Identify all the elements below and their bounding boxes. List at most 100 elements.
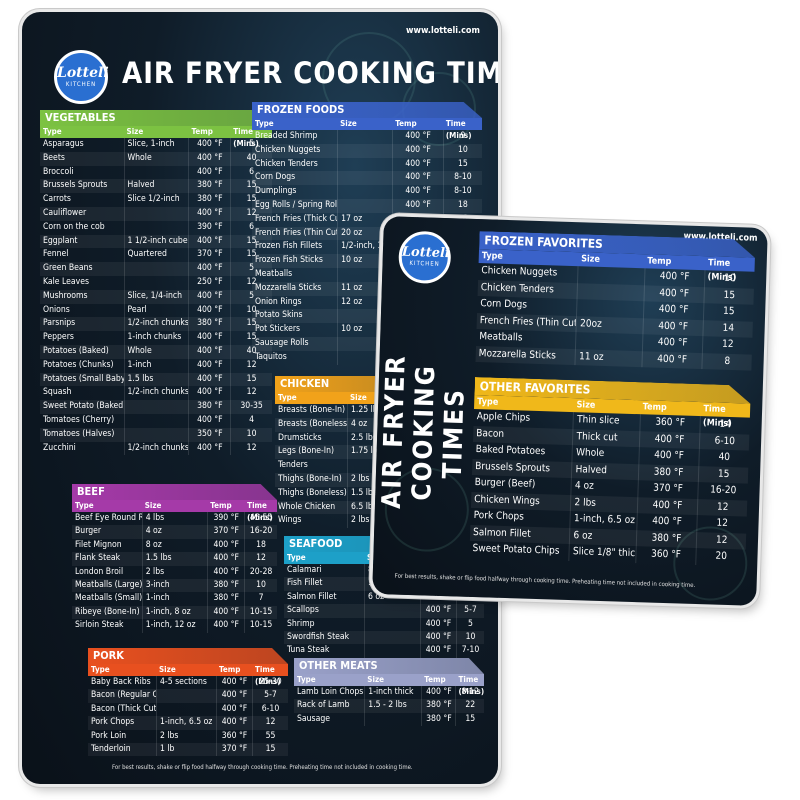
item-type: Calamari bbox=[287, 565, 322, 575]
item-temp: 400 °F bbox=[420, 617, 456, 631]
item-time: 10 bbox=[442, 143, 482, 158]
item-temp: 400 °F bbox=[188, 372, 230, 387]
item-type: Mozzarella Sticks bbox=[255, 282, 322, 293]
item-size: 1-inch, 12 oz bbox=[141, 619, 208, 633]
item-type: Tomatoes (Halves) bbox=[43, 428, 115, 439]
column-header-row: Type Size Temp Time (Mins) bbox=[88, 664, 288, 686]
frozen-favorites-section: FROZEN FAVORITES Type Size Temp Time (Mins) C… bbox=[475, 231, 755, 371]
item-type: Squash bbox=[43, 387, 72, 398]
item-type: Whole Chicken bbox=[278, 501, 336, 512]
item-type: London Broil bbox=[75, 566, 124, 577]
item-size: Thin slice bbox=[572, 412, 640, 431]
column-header: Temp bbox=[424, 675, 446, 684]
other-meats-section: OTHER MEATS Type Size Temp Time (Mins) Lamb L… bbox=[294, 658, 484, 727]
item-type: Tuna Steak bbox=[287, 645, 330, 656]
item-time: 5-7 bbox=[456, 604, 484, 618]
item-size bbox=[337, 185, 392, 199]
item-temp: 400 °F bbox=[642, 317, 704, 337]
table-row: Green Beans 400 °F 5 bbox=[40, 262, 272, 276]
table-row: Parsnips 1/2-inch chunks 380 °F 15 bbox=[40, 317, 272, 332]
item-temp: 380 °F bbox=[207, 578, 244, 593]
item-type: Flank Steak bbox=[75, 553, 121, 564]
item-time: 10 bbox=[704, 270, 755, 289]
website-url: www.lotteli.com bbox=[406, 26, 480, 36]
item-time: 14 bbox=[699, 416, 750, 435]
item-temp: 370 °F bbox=[207, 525, 244, 539]
item-temp: 400 °F bbox=[188, 344, 230, 359]
item-size: 17 oz bbox=[337, 212, 392, 227]
table-row: Zucchini 1/2-inch chunks 400 °F 12 bbox=[40, 441, 272, 456]
item-size: 1-inch, 8 oz bbox=[141, 605, 208, 620]
item-time: 5 bbox=[456, 617, 484, 631]
item-temp: 400 °F bbox=[216, 689, 252, 703]
item-time: 15 bbox=[230, 372, 272, 387]
item-temp: 390 °F bbox=[188, 220, 230, 235]
item-size: 6 oz bbox=[569, 527, 636, 547]
item-time: 22 bbox=[455, 699, 484, 713]
column-header: Type bbox=[43, 127, 62, 136]
item-type: Chicken Tenders bbox=[255, 158, 318, 169]
column-header: Size bbox=[340, 119, 357, 128]
table-row: Swordfish Steak 400 °F 10 bbox=[284, 630, 484, 645]
item-size bbox=[337, 171, 392, 186]
item-type: French Fries (Thin Cut) bbox=[255, 227, 338, 238]
item-time: 16-20 bbox=[244, 525, 277, 539]
item-temp: 400 °F bbox=[188, 289, 230, 304]
item-type: Mushrooms bbox=[43, 290, 88, 301]
item-time: 10 bbox=[230, 427, 272, 442]
item-size: Slice, 1-inch bbox=[123, 138, 189, 152]
table-row: Bacon (Regular Cut) 400 °F5-7 bbox=[88, 689, 288, 703]
item-type: Beets bbox=[43, 152, 65, 163]
table-row: Beets Whole 400 °F 40 bbox=[40, 151, 272, 166]
column-header-row: Type Size Temp Time (Mins) bbox=[72, 500, 277, 522]
item-time: 18 bbox=[244, 538, 277, 553]
item-type: Frozen Fish Fillets bbox=[255, 241, 323, 252]
item-size bbox=[123, 275, 189, 290]
item-size bbox=[576, 299, 644, 318]
item-type: Zucchini bbox=[43, 442, 76, 453]
table-body: Beef Eye Round Roast4 lbs390 °F45-55Burg… bbox=[72, 512, 277, 633]
item-type: Brussels Sprouts bbox=[43, 180, 108, 191]
item-type: Drumsticks bbox=[278, 432, 322, 443]
item-time: 8-12 bbox=[455, 686, 484, 700]
item-temp: 370 °F bbox=[216, 742, 252, 757]
item-temp: 400 °F bbox=[207, 619, 244, 633]
item-time: 15 bbox=[252, 742, 288, 757]
item-type: Green Beans bbox=[43, 263, 93, 274]
item-time: 16-20 bbox=[697, 482, 748, 501]
item-type: Thighs (Bone-In) bbox=[278, 473, 342, 484]
item-size bbox=[364, 644, 420, 658]
column-header: Time (Mins) bbox=[445, 119, 472, 140]
item-temp: 400 °F bbox=[188, 386, 230, 401]
item-type: Sirloin Steak bbox=[75, 620, 124, 631]
item-temp: 380 °F bbox=[188, 400, 230, 414]
other-favorites-section: OTHER FAVORITES Type Size Temp Time (Mins) Ap… bbox=[469, 377, 751, 567]
table-row: Bacon (Thick Cut) 400 °F 6-10 bbox=[88, 702, 288, 717]
item-time: 18 bbox=[442, 198, 482, 213]
table-row: Kale Leaves 250 °F 12 bbox=[40, 275, 272, 290]
table-row: Corn on the cob 390 °F 6 bbox=[40, 220, 272, 235]
item-type: Potato Skins bbox=[255, 310, 303, 321]
item-temp: 400 °F bbox=[207, 552, 244, 566]
column-header: Type bbox=[255, 119, 274, 128]
table-row: Baby Back Ribs 4-5 sections 400 °F 25-30 bbox=[88, 676, 288, 690]
vegetables-section: VEGETABLES Type Size Temp Time (Mins) Asparag… bbox=[40, 110, 272, 456]
item-size: 1.5 lbs bbox=[141, 552, 208, 566]
column-header-row: Type Size Temp Time (Mins) bbox=[294, 674, 484, 696]
item-temp: 400 °F bbox=[188, 441, 230, 456]
item-type: Tenderloin bbox=[91, 743, 131, 754]
section-header: BEEF bbox=[72, 484, 277, 500]
item-size bbox=[577, 266, 645, 285]
item-temp: 400 °F bbox=[637, 447, 700, 466]
pork-section: PORK Type Size Temp Time (Mins) Baby Back Rib… bbox=[88, 648, 288, 757]
item-size bbox=[337, 130, 392, 144]
item-time: 8-10 bbox=[442, 171, 482, 186]
table-row: Burger 4 oz 370 °F 16-20 bbox=[72, 525, 277, 539]
table-row: Shrimp 400 °F 5 bbox=[284, 617, 484, 631]
item-size bbox=[576, 282, 644, 302]
table-row: Pork Loin 2 lbs 360 °F 55 bbox=[88, 729, 288, 743]
item-temp: 400 °F bbox=[392, 157, 443, 172]
column-header: Size bbox=[159, 665, 176, 674]
item-temp: 400 °F bbox=[188, 413, 230, 428]
column-header: Type bbox=[297, 675, 316, 684]
